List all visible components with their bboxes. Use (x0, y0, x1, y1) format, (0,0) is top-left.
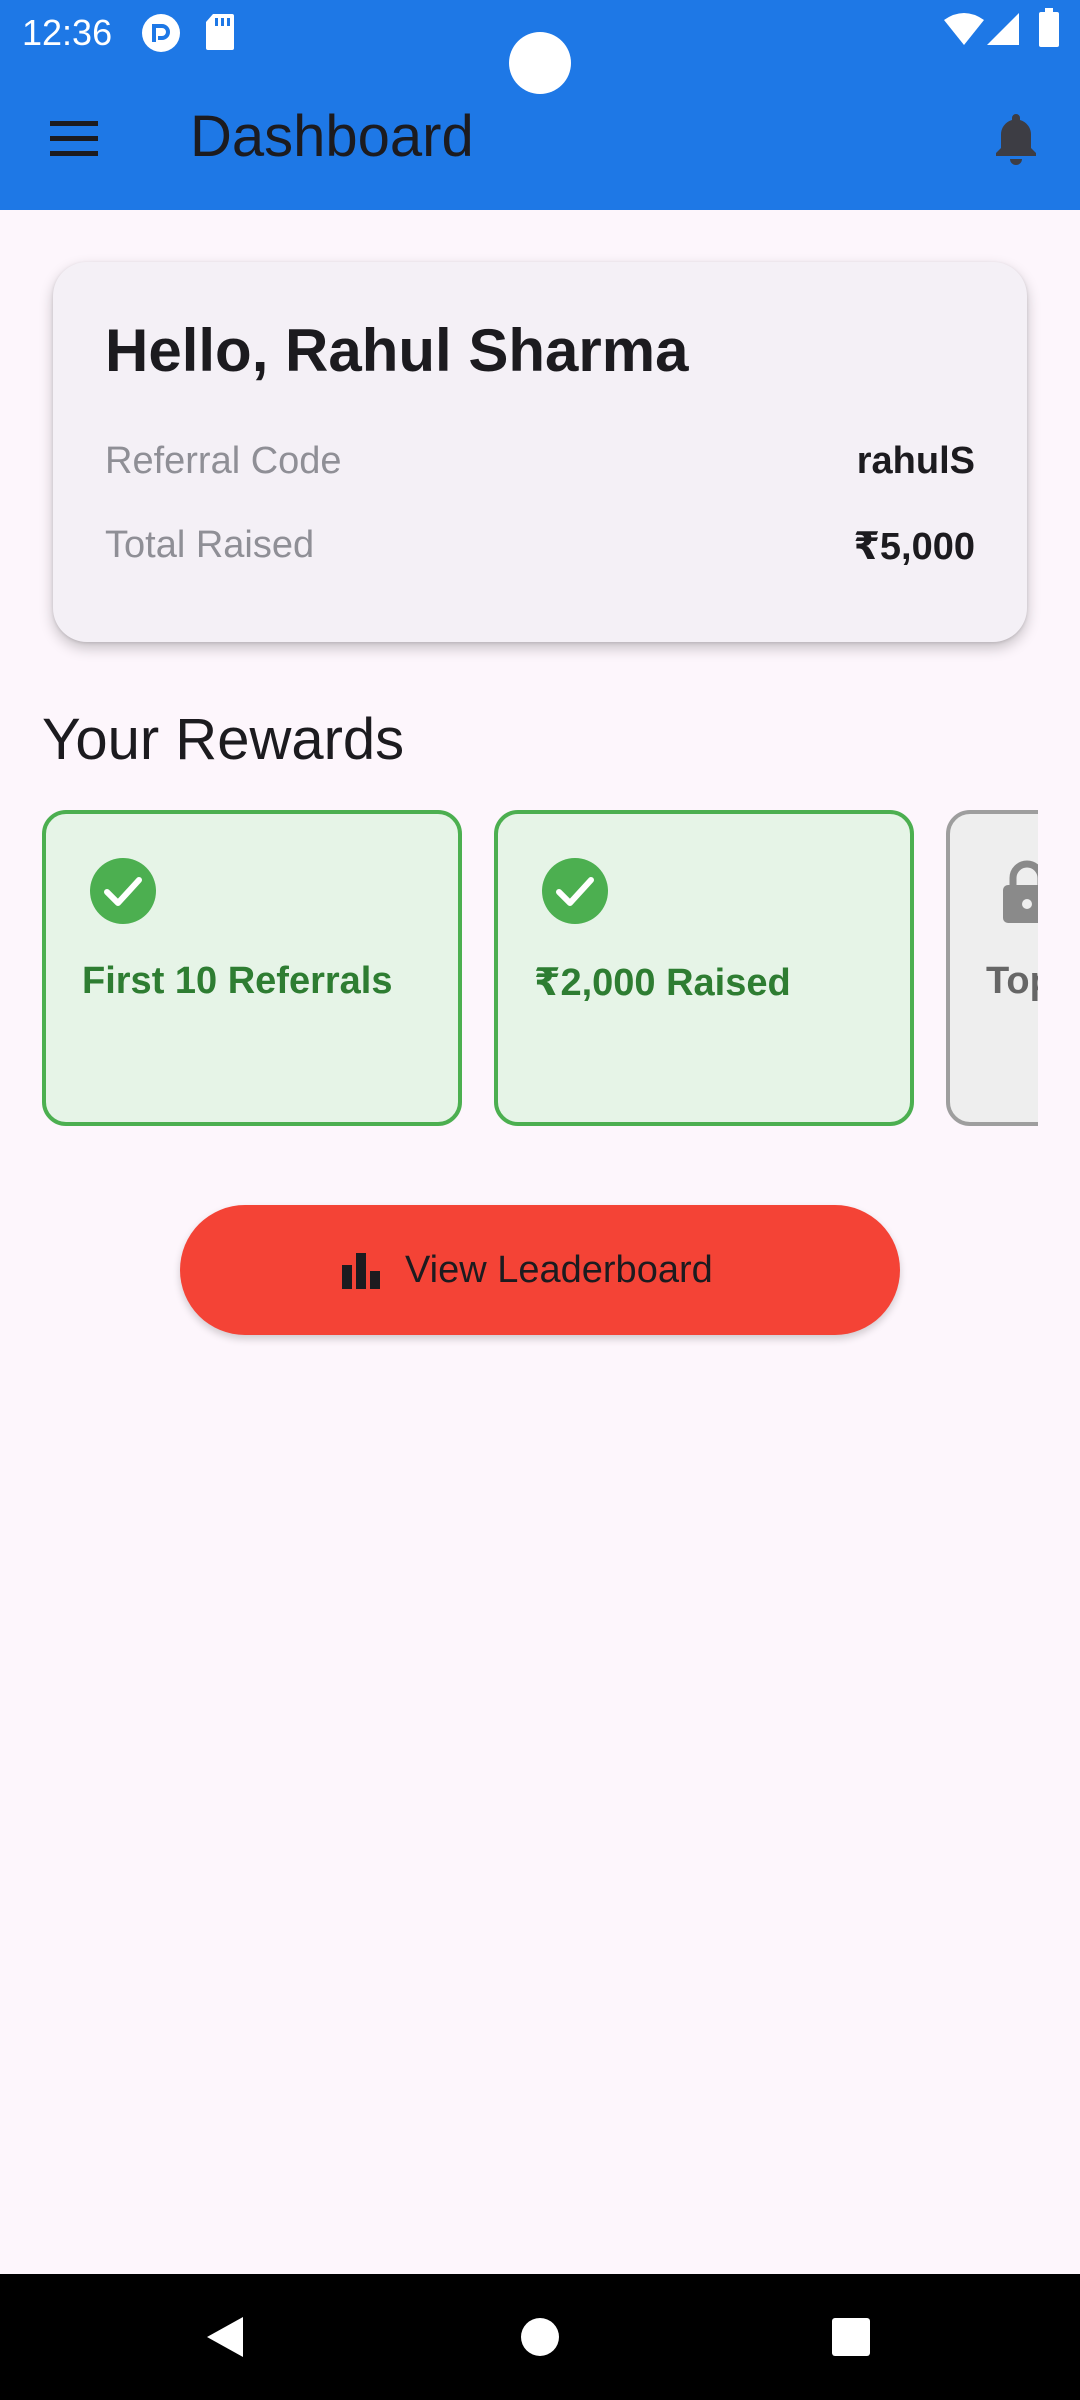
total-raised-value: ₹5,000 (853, 526, 975, 568)
nav-recents-button[interactable] (791, 2274, 911, 2400)
system-nav-bar (0, 2274, 1080, 2400)
check-circle-icon (542, 858, 608, 924)
total-raised-label: Total Raised (105, 524, 315, 566)
reward-label: Top (986, 960, 1038, 1002)
menu-button[interactable] (40, 110, 108, 166)
home-icon (521, 2318, 559, 2356)
greeting-text: Hello, Rahul Sharma (105, 317, 689, 384)
cell-signal-icon (987, 13, 1019, 45)
view-leaderboard-button[interactable]: View Leaderboard (180, 1205, 900, 1335)
hamburger-menu-icon (50, 121, 98, 156)
back-icon (207, 2317, 243, 2357)
check-circle-icon (90, 858, 156, 924)
camera-cutout (509, 32, 571, 94)
referral-code-label: Referral Code (105, 440, 342, 482)
nav-home-button[interactable] (480, 2274, 600, 2400)
recents-icon (832, 2318, 870, 2356)
wifi-icon (944, 13, 984, 45)
view-leaderboard-label: View Leaderboard (405, 1249, 713, 1291)
page-title: Dashboard (190, 104, 474, 169)
reward-label: ₹2,000 Raised (534, 962, 791, 1004)
status-time: 12:36 (22, 12, 113, 53)
rewards-section-title: Your Rewards (42, 707, 405, 772)
sd-card-icon (206, 14, 234, 50)
bar-chart-icon (342, 1253, 380, 1289)
referral-code-value: rahulS (856, 440, 975, 482)
profile-card: Hello, Rahul Sharma Referral Code rahulS… (53, 262, 1027, 642)
bell-icon (996, 114, 1036, 165)
reward-label: First 10 Referrals (82, 960, 393, 1002)
notifications-button[interactable] (988, 108, 1044, 168)
reward-card[interactable]: First 10 Referrals (42, 810, 462, 1126)
battery-icon (1039, 8, 1059, 47)
lock-icon (1003, 860, 1038, 923)
reward-card[interactable]: ₹2,000 Raised (494, 810, 914, 1126)
reward-card-locked[interactable]: Top (946, 810, 1038, 1126)
app-bar: 12:36 Dashboard (0, 0, 1080, 210)
pocket-casts-icon (142, 14, 180, 52)
rewards-carousel[interactable]: First 10 Referrals ₹2,000 Raised Top (42, 810, 1038, 1126)
nav-back-button[interactable] (165, 2274, 285, 2400)
